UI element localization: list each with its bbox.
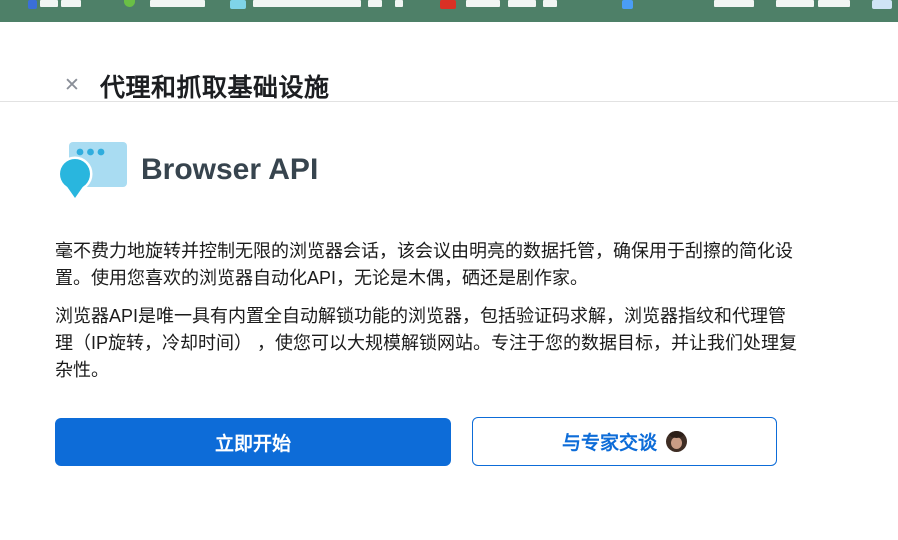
product-name-heading: Browser API bbox=[141, 153, 319, 186]
talk-to-expert-button[interactable]: 与专家交谈 bbox=[472, 417, 777, 466]
bookmark-favicon-icon[interactable] bbox=[230, 0, 246, 9]
header-divider bbox=[0, 101, 898, 102]
product-description-paragraph: 毫不费力地旋转并控制无限的浏览器会话，该会议由明亮的数据托管，确保用于刮擦的简化… bbox=[55, 241, 793, 288]
bookmark-favicon-icon[interactable] bbox=[440, 0, 456, 9]
bookmark-favicon-icon[interactable] bbox=[872, 0, 892, 9]
get-started-button[interactable]: 立即开始 bbox=[55, 418, 451, 466]
bookmark-favicon-icon[interactable] bbox=[622, 0, 633, 9]
bookmark-label-fragment[interactable] bbox=[253, 0, 361, 7]
location-pin-icon bbox=[57, 156, 93, 201]
product-hero: Browser API bbox=[55, 136, 318, 204]
expert-avatar bbox=[666, 431, 687, 452]
page-title: 代理和抓取基础设施 bbox=[100, 74, 330, 102]
browser-api-icon bbox=[57, 142, 127, 201]
bookmark-label-fragment[interactable] bbox=[395, 0, 403, 7]
browser-bookmarks-bar bbox=[0, 0, 898, 22]
bookmark-label-fragment[interactable] bbox=[466, 0, 500, 7]
product-description-paragraph: 浏览器API是唯一具有内置全自动解锁功能的浏览器，包括验证码求解，浏览器指纹和代… bbox=[55, 306, 798, 380]
bookmark-favicon-icon[interactable] bbox=[124, 0, 135, 7]
bookmark-label-fragment[interactable] bbox=[508, 0, 536, 7]
bookmark-label-fragment[interactable] bbox=[714, 0, 754, 7]
bookmark-label-fragment[interactable] bbox=[818, 0, 850, 7]
bookmark-label-fragment[interactable] bbox=[543, 0, 557, 7]
bookmark-label-fragment[interactable] bbox=[368, 0, 382, 7]
bookmark-label-fragment[interactable] bbox=[40, 0, 58, 7]
bookmark-label-fragment[interactable] bbox=[150, 0, 205, 7]
bookmark-label-fragment[interactable] bbox=[776, 0, 814, 7]
bookmark-favicon-icon[interactable] bbox=[28, 0, 37, 9]
bookmark-label-fragment[interactable] bbox=[61, 0, 81, 7]
talk-to-expert-label: 与专家交谈 bbox=[561, 433, 657, 454]
close-button[interactable]: ✕ bbox=[60, 74, 84, 98]
modal-header: ✕ 代理和抓取基础设施 bbox=[0, 22, 898, 102]
